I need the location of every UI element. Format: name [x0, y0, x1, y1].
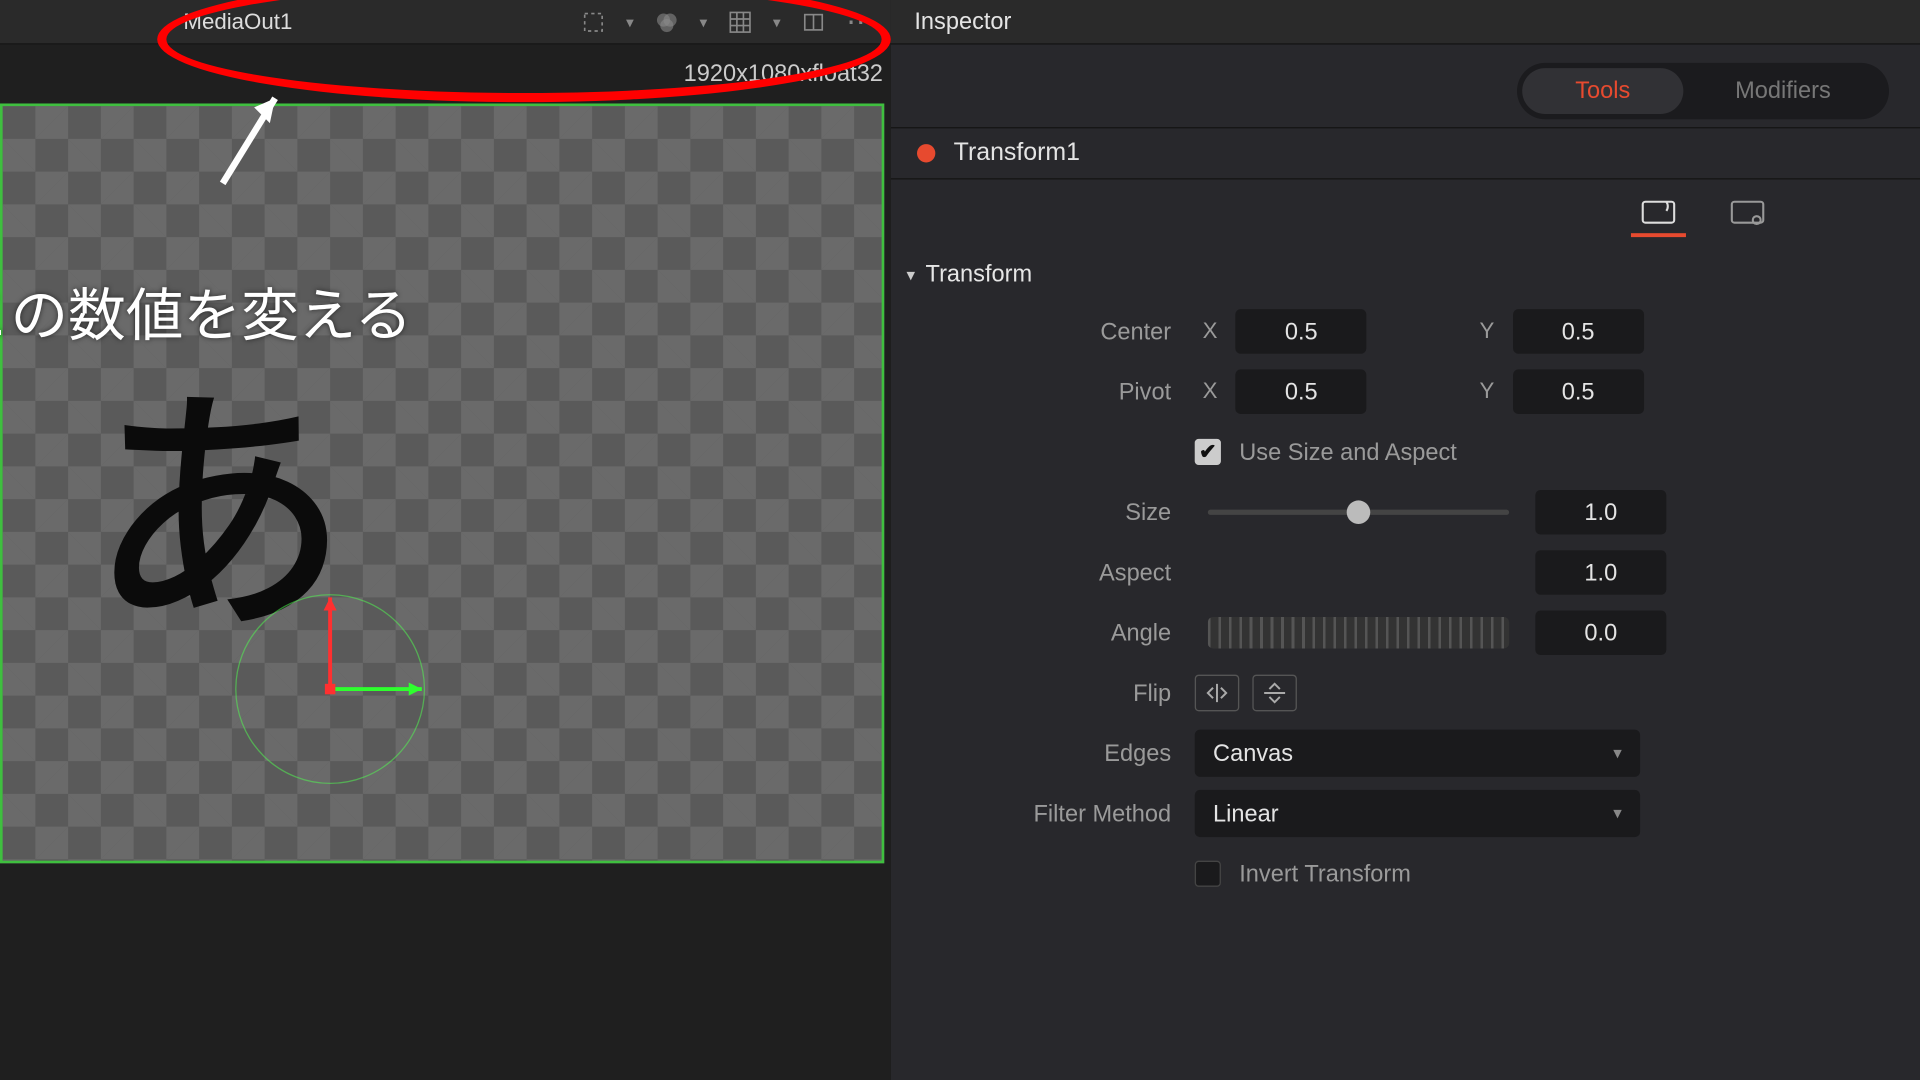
prop-label-angle: Angle	[907, 619, 1182, 647]
invert-transform-label: Invert Transform	[1239, 860, 1411, 888]
section-title: Transform	[926, 261, 1033, 289]
tab-controls-icon[interactable]	[1631, 198, 1686, 237]
axis-x-label: X	[1203, 318, 1218, 344]
tab-tools[interactable]: Tools	[1523, 68, 1683, 114]
prop-edges: Edges Canvas ▾	[907, 723, 1920, 783]
size-slider[interactable]	[1208, 510, 1509, 515]
chevron-down-icon[interactable]: ▾	[626, 12, 634, 30]
filter-value: Linear	[1213, 800, 1279, 828]
section-tabs	[891, 179, 1920, 247]
resolution-label: 1920x1080xfloat32	[684, 60, 883, 88]
prop-flip: Flip	[907, 663, 1920, 723]
tab-modifiers[interactable]: Modifiers	[1683, 68, 1883, 114]
viewer-header: MediaOut1 ▾ ▾ ▾ ⋯	[0, 0, 891, 45]
filter-method-dropdown[interactable]: Linear ▾	[1195, 790, 1640, 837]
axis-y-label: Y	[1479, 379, 1494, 405]
transform-gizmo[interactable]	[225, 584, 435, 794]
axis-x-label: X	[1203, 379, 1218, 405]
prop-angle: Angle 0.0	[907, 603, 1920, 663]
use-size-aspect-checkbox[interactable]: ✔	[1195, 439, 1221, 465]
edges-dropdown[interactable]: Canvas ▾	[1195, 730, 1640, 777]
pivot-x-field[interactable]: 0.5	[1236, 369, 1367, 414]
more-options-icon[interactable]: ⋯	[846, 5, 877, 39]
size-field[interactable]: 1.0	[1535, 490, 1666, 535]
viewer-canvas[interactable]: あ	[0, 103, 884, 863]
axis-y-label: Y	[1479, 318, 1494, 344]
prop-filter-method: Filter Method Linear ▾	[907, 783, 1920, 843]
split-view-icon[interactable]	[799, 7, 828, 36]
angle-wheel[interactable]	[1208, 617, 1509, 648]
node-name[interactable]: Transform1	[954, 139, 1080, 168]
edges-value: Canvas	[1213, 739, 1293, 767]
section-header[interactable]: ▾ Transform	[907, 253, 1920, 301]
grid-icon[interactable]	[726, 7, 755, 36]
chevron-down-icon[interactable]: ▾	[699, 12, 707, 30]
chevron-down-icon: ▾	[907, 264, 916, 285]
viewer-panel: MediaOut1 ▾ ▾ ▾ ⋯ 1920x1080xfloat32 あ	[0, 0, 891, 1080]
prop-aspect: Aspect 1.0	[907, 542, 1920, 602]
prop-label-size: Size	[907, 498, 1182, 526]
prop-label-flip: Flip	[907, 679, 1182, 707]
color-channel-icon[interactable]	[652, 7, 681, 36]
prop-invert-transform: ✔ Invert Transform	[907, 844, 1920, 904]
prop-center: Center X 0.5 Y 0.5	[907, 301, 1920, 361]
prop-size: Size 1.0	[907, 482, 1920, 542]
angle-field[interactable]: 0.0	[1535, 610, 1666, 655]
inspector-tabs: Tools Modifiers	[891, 45, 1920, 128]
chevron-down-icon: ▾	[1613, 743, 1622, 764]
prop-label-center: Center	[907, 318, 1182, 346]
prop-use-size-aspect: ✔ Use Size and Aspect	[907, 422, 1920, 482]
center-x-field[interactable]: 0.5	[1236, 309, 1367, 354]
node-enable-dot[interactable]	[917, 144, 935, 162]
flip-horizontal-button[interactable]	[1195, 675, 1240, 712]
prop-label-filter: Filter Method	[907, 800, 1182, 828]
transform-section: ▾ Transform Center X 0.5 Y 0.5 Pivot X 0…	[891, 248, 1920, 910]
aspect-field[interactable]: 1.0	[1535, 550, 1666, 595]
chevron-down-icon: ▾	[1613, 803, 1622, 824]
prop-label-aspect: Aspect	[907, 559, 1182, 587]
tab-settings-icon[interactable]	[1720, 198, 1775, 237]
viewer-title: MediaOut1	[183, 9, 292, 35]
prop-label-edges: Edges	[907, 739, 1182, 767]
viewer-body[interactable]: 1920x1080xfloat32 あ 5 80 85 90 95	[0, 45, 891, 1080]
prop-label-pivot: Pivot	[907, 378, 1182, 406]
pivot-y-field[interactable]: 0.5	[1513, 369, 1644, 414]
flip-vertical-button[interactable]	[1252, 675, 1297, 712]
node-header: Transform1 ▾	[891, 127, 1920, 179]
inspector-title: Inspector	[914, 8, 1011, 36]
prop-pivot: Pivot X 0.5 Y 0.5	[907, 362, 1920, 422]
inspector-panel: Inspector ⋯ Tools Modifiers Transform1 ▾	[891, 0, 1920, 1080]
roi-icon[interactable]	[579, 7, 608, 36]
chevron-down-icon[interactable]: ▾	[773, 12, 781, 30]
invert-transform-checkbox[interactable]: ✔	[1195, 861, 1221, 887]
center-y-field[interactable]: 0.5	[1513, 309, 1644, 354]
use-size-aspect-label: Use Size and Aspect	[1239, 438, 1457, 466]
inspector-header: Inspector ⋯	[891, 0, 1920, 45]
